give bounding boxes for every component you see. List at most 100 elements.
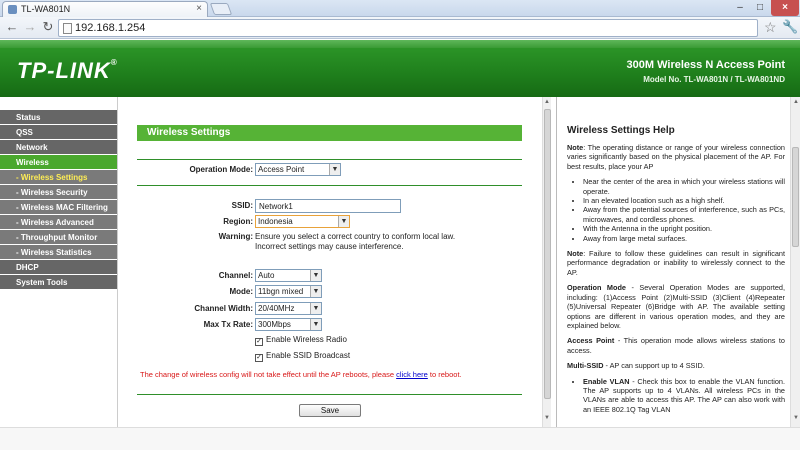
reboot-notice-suffix: to reboot. bbox=[429, 370, 462, 379]
help-panel: Wireless Settings Help Note : The operati… bbox=[556, 97, 790, 427]
channel-width-value: 20/40MHz bbox=[258, 304, 295, 313]
help-placement-list: Near the center of the area in which you… bbox=[583, 177, 785, 243]
sidebar-item-network[interactable]: Network bbox=[0, 140, 117, 155]
product-name: 300M Wireless N Access Point bbox=[626, 59, 785, 71]
ssid-label: SSID: bbox=[231, 201, 253, 210]
bookmark-star-icon[interactable]: ☆ bbox=[764, 19, 777, 36]
window-maximize-button[interactable]: □ bbox=[750, 0, 770, 16]
scroll-thumb[interactable] bbox=[544, 109, 551, 399]
reboot-link[interactable]: click here bbox=[396, 370, 428, 379]
ssid-input[interactable]: Network1 bbox=[255, 199, 401, 213]
reboot-notice-text: The change of wireless config will not t… bbox=[140, 370, 395, 379]
help-note-1-text: : The operating distance or range of you… bbox=[567, 143, 785, 171]
model-number: Model No. TL-WA801N / TL-WA801ND bbox=[643, 75, 785, 84]
reboot-notice: The change of wireless config will not t… bbox=[140, 370, 462, 379]
scroll-up-icon[interactable]: ▲ bbox=[793, 99, 799, 105]
region-select[interactable]: Indonesia ▼ bbox=[255, 215, 350, 228]
warning-line-2: Incorrect settings may cause interferenc… bbox=[255, 242, 404, 251]
help-multi-ssid-label: Multi-SSID bbox=[567, 361, 604, 371]
enable-wireless-radio-label: Enable Wireless Radio bbox=[266, 335, 347, 344]
max-tx-rate-select[interactable]: 300Mbps ▼ bbox=[255, 318, 322, 331]
sidebar-item-wireless-settings[interactable]: - Wireless Settings bbox=[0, 170, 117, 185]
region-label: Region: bbox=[223, 217, 253, 226]
browser-titlebar: TL-WA801N × – □ × bbox=[0, 0, 800, 17]
sidebar-item-qss[interactable]: QSS bbox=[0, 125, 117, 140]
warning-text: Ensure you select a correct country to c… bbox=[255, 232, 455, 252]
tp-link-logo: TP-LINK® bbox=[17, 58, 118, 84]
tab-title: TL-WA801N bbox=[21, 4, 71, 14]
sidebar-item-system-tools[interactable]: System Tools bbox=[0, 275, 117, 290]
list-item: Away from the potential sources of inter… bbox=[583, 205, 785, 224]
enable-ssid-broadcast-checkbox[interactable]: ✓ bbox=[255, 354, 263, 362]
list-item: Away from large metal surfaces. bbox=[583, 234, 785, 243]
scroll-down-icon[interactable]: ▼ bbox=[544, 415, 550, 421]
address-bar[interactable]: 192.168.1.254 bbox=[58, 19, 758, 37]
mode-select[interactable]: 11bgn mixed ▼ bbox=[255, 285, 322, 298]
scroll-up-icon[interactable]: ▲ bbox=[544, 99, 550, 105]
sidebar-item-wireless-advanced[interactable]: - Wireless Advanced bbox=[0, 215, 117, 230]
address-url: 192.168.1.254 bbox=[75, 22, 146, 34]
warning-label: Warning: bbox=[218, 232, 253, 241]
operation-mode-label: Operation Mode: bbox=[189, 165, 253, 174]
help-scrollbar[interactable]: ▲ ▼ bbox=[790, 97, 800, 427]
sidebar-item-wireless-statistics[interactable]: - Wireless Statistics bbox=[0, 245, 117, 260]
enable-ssid-broadcast-row: ✓ Enable SSID Broadcast bbox=[255, 351, 350, 362]
help-note-2: Note: Failure to follow these guidelines… bbox=[567, 249, 785, 277]
browser-tab[interactable]: TL-WA801N × bbox=[2, 1, 208, 17]
help-note-2-text: : Failure to follow these guidelines can… bbox=[567, 249, 785, 277]
help-operation-mode: Operation Mode - Several Operation Modes… bbox=[567, 283, 785, 330]
help-access-point: Access Point - This operation mode allow… bbox=[567, 336, 785, 355]
region-value: Indonesia bbox=[258, 217, 293, 226]
enable-wireless-radio-row: ✓ Enable Wireless Radio bbox=[255, 335, 347, 346]
sidebar-item-wireless-mac-filtering[interactable]: - Wireless MAC Filtering bbox=[0, 200, 117, 215]
scroll-down-icon[interactable]: ▼ bbox=[793, 415, 799, 421]
warning-line-1: Ensure you select a correct country to c… bbox=[255, 232, 456, 241]
main-scrollbar[interactable]: ▲ ▼ bbox=[542, 97, 551, 427]
sidebar-item-wireless[interactable]: Wireless bbox=[0, 155, 117, 170]
sidebar-item-dhcp[interactable]: DHCP bbox=[0, 260, 117, 275]
window-minimize-button[interactable]: – bbox=[730, 0, 750, 16]
chevron-down-icon: ▼ bbox=[329, 164, 340, 175]
list-item: With the Antenna in the upright position… bbox=[583, 224, 785, 233]
section-divider bbox=[137, 185, 522, 186]
forward-arrow-icon[interactable]: → bbox=[22, 19, 38, 35]
help-title: Wireless Settings Help bbox=[567, 125, 675, 136]
operation-mode-select[interactable]: Access Point ▼ bbox=[255, 163, 341, 176]
help-access-point-label: Access Point bbox=[567, 336, 615, 346]
section-title: Wireless Settings bbox=[137, 125, 522, 141]
channel-label: Channel: bbox=[218, 271, 253, 280]
tab-close-icon[interactable]: × bbox=[196, 3, 202, 14]
list-item: Enable VLAN - Check this box to enable t… bbox=[583, 377, 785, 415]
mode-label: Mode: bbox=[229, 287, 253, 296]
chevron-down-icon: ▼ bbox=[310, 270, 321, 281]
wireless-settings-panel: Wireless Settings Operation Mode: Access… bbox=[118, 97, 542, 427]
enable-ssid-broadcast-label: Enable SSID Broadcast bbox=[266, 351, 351, 360]
help-note-2-label: Note bbox=[567, 249, 584, 259]
channel-select[interactable]: Auto ▼ bbox=[255, 269, 322, 282]
help-operation-mode-label: Operation Mode bbox=[567, 283, 626, 293]
back-arrow-icon[interactable]: ← bbox=[4, 19, 20, 35]
sidebar-item-throughput-monitor[interactable]: - Throughput Monitor bbox=[0, 230, 117, 245]
router-banner: TP-LINK® 300M Wireless N Access Point Mo… bbox=[0, 40, 800, 97]
window-close-button[interactable]: × bbox=[771, 0, 799, 16]
channel-value: Auto bbox=[258, 271, 275, 280]
wrench-icon[interactable]: 🔧 bbox=[782, 19, 798, 35]
reload-icon[interactable]: ↻ bbox=[40, 19, 56, 35]
enable-wireless-radio-checkbox[interactable]: ✓ bbox=[255, 338, 263, 346]
sidebar-item-wireless-security[interactable]: - Wireless Security bbox=[0, 185, 117, 200]
max-tx-rate-value: 300Mbps bbox=[258, 320, 291, 329]
new-tab-button[interactable] bbox=[209, 3, 233, 15]
logo-registered-mark: ® bbox=[110, 58, 118, 67]
list-item: In an elevated location such as a high s… bbox=[583, 196, 785, 205]
channel-width-select[interactable]: 20/40MHz ▼ bbox=[255, 302, 322, 315]
page-favicon-icon bbox=[8, 5, 17, 14]
sidebar-menu: Status QSS Network Wireless - Wireless S… bbox=[0, 97, 118, 450]
save-button[interactable]: Save bbox=[299, 404, 361, 417]
scroll-thumb[interactable] bbox=[792, 147, 799, 247]
sidebar-item-status[interactable]: Status bbox=[0, 110, 117, 125]
logo-text: TP-LINK bbox=[17, 58, 111, 83]
help-vlan-list: Enable VLAN - Check this box to enable t… bbox=[583, 377, 785, 415]
section-divider bbox=[137, 394, 522, 395]
banner-highlight bbox=[0, 40, 800, 48]
